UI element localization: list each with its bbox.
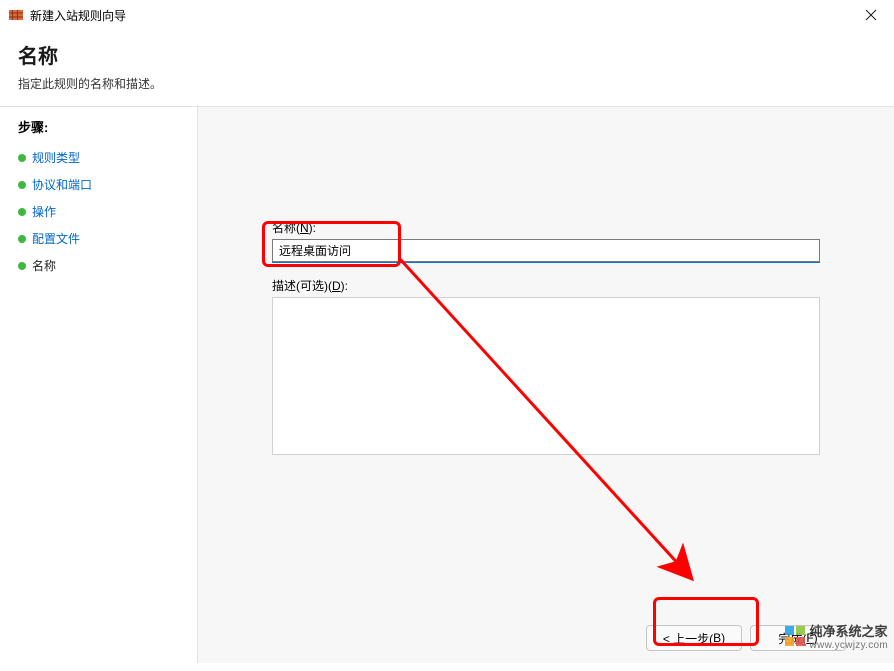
step-link-label[interactable]: 协议和端口 — [32, 178, 92, 192]
wizard-window: 新建入站规则向导 名称 指定此规则的名称和描述。 步骤: 规则类型 协议和端口 … — [0, 0, 894, 671]
step-current-label: 名称 — [32, 257, 56, 274]
form-area: 名称(N): 描述(可选)(D): — [272, 219, 844, 458]
name-input[interactable] — [272, 239, 820, 262]
watermark-title: 纯净系统之家 — [810, 624, 888, 639]
windows-icon — [784, 625, 806, 647]
page-subtitle: 指定此规则的名称和描述。 — [18, 75, 876, 92]
close-icon — [865, 9, 877, 21]
wizard-content: 名称(N): 描述(可选)(D): — [198, 107, 894, 663]
steps-sidebar: 步骤: 规则类型 协议和端口 操作 配置文件 名称 — [0, 107, 198, 663]
firewall-icon — [8, 7, 24, 23]
step-action[interactable]: 操作 — [18, 198, 183, 225]
step-profile[interactable]: 配置文件 — [18, 225, 183, 252]
bullet-icon — [18, 181, 26, 189]
wizard-header: 名称 指定此规则的名称和描述。 — [0, 30, 894, 106]
steps-heading: 步骤: — [18, 117, 183, 136]
back-button[interactable]: < 上一步(B) — [646, 625, 742, 651]
titlebar: 新建入站规则向导 — [0, 0, 894, 30]
wizard-body: 步骤: 规则类型 协议和端口 操作 配置文件 名称 — [0, 107, 894, 663]
step-link-label[interactable]: 配置文件 — [32, 232, 80, 246]
titlebar-text: 新建入站规则向导 — [30, 7, 126, 24]
watermark-url: www.ycwjzy.com — [810, 640, 888, 651]
bullet-icon — [18, 208, 26, 216]
description-textarea[interactable] — [272, 297, 820, 455]
watermark: 纯净系统之家 www.ycwjzy.com — [784, 621, 888, 651]
close-button[interactable] — [848, 0, 894, 30]
step-link-label[interactable]: 规则类型 — [32, 151, 80, 165]
step-protocol-port[interactable]: 协议和端口 — [18, 171, 183, 198]
step-link-label[interactable]: 操作 — [32, 205, 56, 219]
name-label: 名称(N): — [272, 219, 844, 236]
step-name: 名称 — [18, 252, 183, 279]
description-label: 描述(可选)(D): — [272, 277, 844, 294]
input-focus-underline — [272, 262, 820, 263]
bullet-icon — [18, 235, 26, 243]
step-rule-type[interactable]: 规则类型 — [18, 144, 183, 171]
bullet-icon — [18, 262, 26, 270]
bullet-icon — [18, 154, 26, 162]
page-title: 名称 — [18, 40, 876, 69]
